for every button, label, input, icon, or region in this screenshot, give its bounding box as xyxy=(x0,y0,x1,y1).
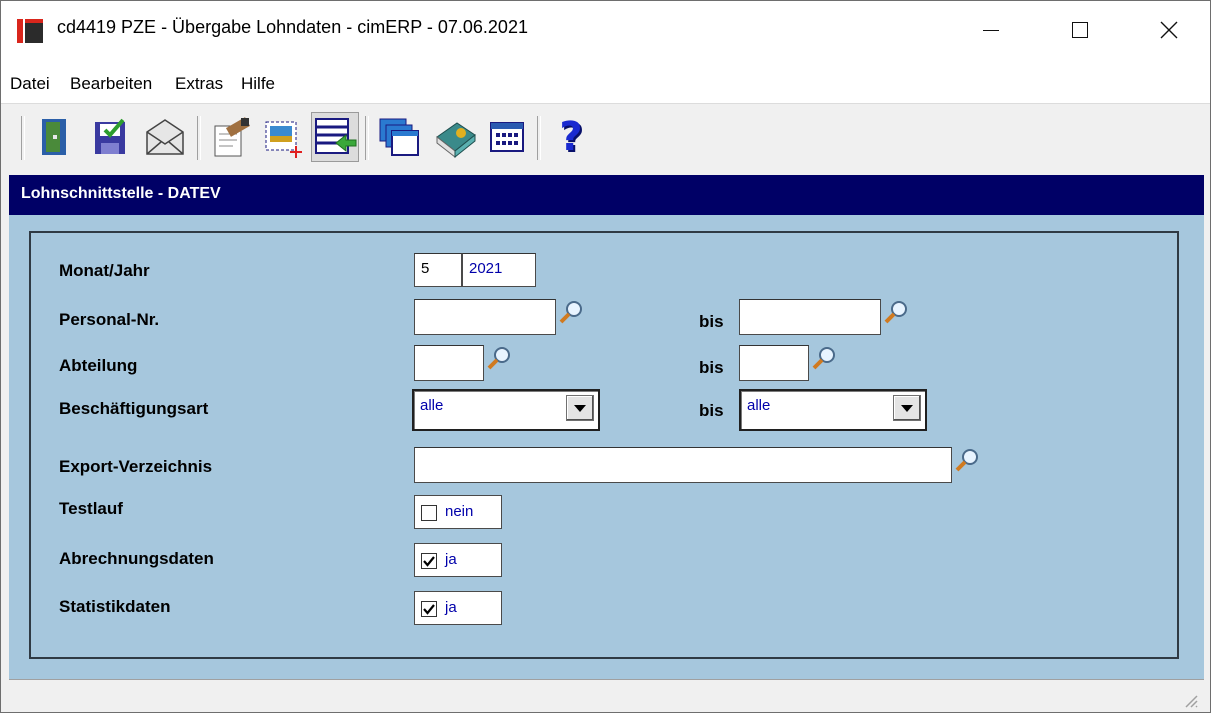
abteilung-from-search-icon[interactable] xyxy=(486,345,512,371)
abteilung-label: Abteilung xyxy=(59,356,138,375)
testlauf-checkbox-field[interactable]: nein xyxy=(414,495,502,529)
section-title: Lohnschnittstelle - DATEV xyxy=(21,185,221,202)
windows-button[interactable] xyxy=(375,112,423,162)
book-icon xyxy=(436,122,476,159)
help-button[interactable]: ? xyxy=(547,112,595,162)
menu-bar: Datei Bearbeiten Extras Hilfe xyxy=(1,59,1210,103)
personal-nr-from-search-icon[interactable] xyxy=(558,299,584,325)
new-record-button[interactable] xyxy=(259,112,307,162)
section-header: Lohnschnittstelle - DATEV xyxy=(9,175,1204,215)
testlauf-label: Testlauf xyxy=(59,499,123,518)
window-title: cd4419 PZE - Übergabe Lohndaten - cimERP… xyxy=(57,17,528,37)
abteilung-from-input[interactable] xyxy=(414,345,484,381)
jahr-input[interactable]: 2021 xyxy=(462,253,536,287)
close-button[interactable] xyxy=(1146,1,1192,59)
export-verzeichnis-search-icon[interactable] xyxy=(954,447,980,473)
statistikdaten-checkbox[interactable] xyxy=(421,601,437,617)
abteilung-to-search-icon[interactable] xyxy=(811,345,837,371)
maximize-icon xyxy=(1072,22,1088,38)
export-verzeichnis-input[interactable] xyxy=(414,447,952,483)
status-bar xyxy=(9,679,1204,712)
beschaeftigungsart-bis-label: bis xyxy=(699,401,724,420)
mail-icon xyxy=(146,119,184,155)
export-verzeichnis-label: Export-Verzeichnis xyxy=(59,457,213,476)
menu-datei[interactable]: Datei xyxy=(10,74,50,94)
help-icon: ? xyxy=(559,114,583,160)
checkmark-icon xyxy=(423,556,435,567)
monat-jahr-label: Monat/Jahr xyxy=(59,261,150,280)
dropdown-arrow-icon[interactable] xyxy=(566,395,594,421)
new-record-icon xyxy=(265,121,302,158)
personal-nr-to-input[interactable] xyxy=(739,299,881,335)
abrechnungsdaten-checkbox-field[interactable]: ja xyxy=(414,543,502,577)
transfer-button[interactable] xyxy=(311,112,359,162)
menu-bearbeiten[interactable]: Bearbeiten xyxy=(70,74,152,94)
abteilung-bis-label: bis xyxy=(699,358,724,377)
app-logo-icon xyxy=(17,19,43,43)
dropdown-arrow-icon[interactable] xyxy=(893,395,921,421)
save-button[interactable] xyxy=(87,112,135,162)
book-button[interactable] xyxy=(431,112,479,162)
transfer-list-icon xyxy=(315,118,357,154)
abteilung-to-input[interactable] xyxy=(739,345,809,381)
title-bar: cd4419 PZE - Übergabe Lohndaten - cimERP… xyxy=(1,1,1210,59)
statistikdaten-checkbox-field[interactable]: ja xyxy=(414,591,502,625)
abrechnungsdaten-checkbox[interactable] xyxy=(421,553,437,569)
exit-button[interactable] xyxy=(31,112,79,162)
statistikdaten-label: Statistikdaten xyxy=(59,597,171,616)
maximize-button[interactable] xyxy=(1057,1,1103,59)
save-check-icon xyxy=(95,118,125,154)
windows-stack-icon xyxy=(379,118,419,156)
toolbar-separator xyxy=(197,116,201,160)
beschaeftigungsart-label: Beschäftigungsart xyxy=(59,399,209,418)
mail-button[interactable] xyxy=(141,112,189,162)
beschaeftigungsart-to-select[interactable]: alle xyxy=(739,389,927,431)
beschaeftigungsart-from-select[interactable]: alle xyxy=(412,389,600,431)
menu-extras[interactable]: Extras xyxy=(175,74,223,94)
minimize-button[interactable] xyxy=(968,1,1014,59)
personal-nr-bis-label: bis xyxy=(699,312,724,331)
personal-nr-to-search-icon[interactable] xyxy=(883,299,909,325)
exit-door-icon xyxy=(42,119,66,155)
personal-nr-label: Personal-Nr. xyxy=(59,310,160,329)
toolbar: ? xyxy=(1,103,1210,173)
menu-hilfe[interactable]: Hilfe xyxy=(241,74,275,94)
form-frame xyxy=(29,231,1179,659)
close-icon xyxy=(1160,21,1178,39)
personal-nr-from-input[interactable] xyxy=(414,299,556,335)
testlauf-checkbox[interactable] xyxy=(421,505,437,521)
checkmark-icon xyxy=(423,604,435,615)
edit-doc-icon xyxy=(214,117,251,157)
calendar-button[interactable] xyxy=(483,112,531,162)
resize-grip-icon[interactable] xyxy=(1182,692,1198,708)
app-window: cd4419 PZE - Übergabe Lohndaten - cimERP… xyxy=(0,0,1211,713)
abrechnungsdaten-label: Abrechnungsdaten xyxy=(59,549,214,568)
minimize-icon xyxy=(983,29,999,31)
monat-input[interactable]: 5 xyxy=(414,253,462,287)
toolbar-separator xyxy=(21,116,25,160)
form-area: Monat/Jahr 5 2021 Personal-Nr. bis Abtei… xyxy=(9,215,1204,679)
toolbar-separator xyxy=(365,116,369,160)
toolbar-separator xyxy=(537,116,541,160)
edit-button[interactable] xyxy=(207,112,255,162)
calendar-icon xyxy=(490,122,524,152)
